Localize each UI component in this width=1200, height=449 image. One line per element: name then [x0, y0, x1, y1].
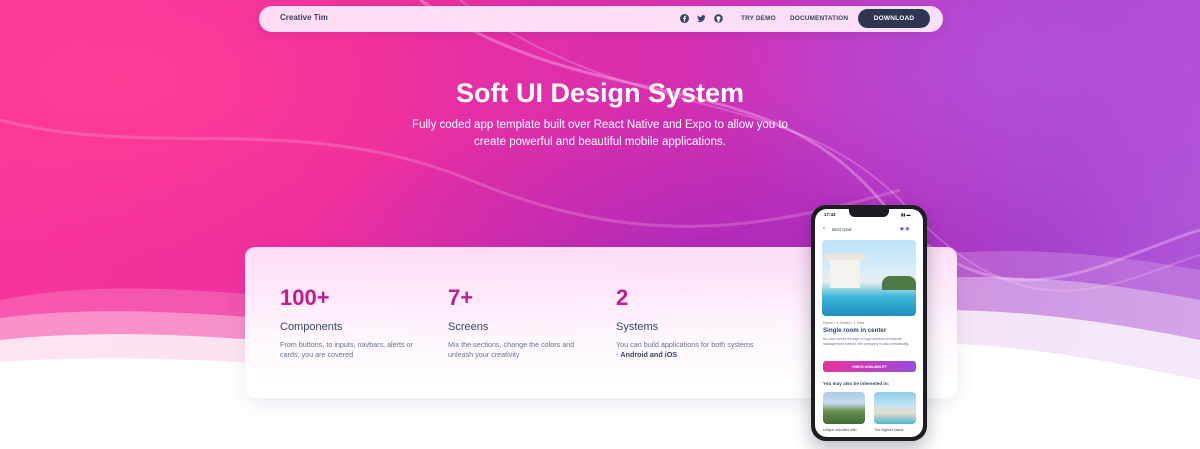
stat-description: Mix the sections, change the colors and …	[448, 340, 575, 359]
phone-header-title: Best Deal	[832, 227, 852, 232]
suggestion-label-2: The highest status	[874, 428, 904, 432]
page-subtitle: Fully coded app template built over Reac…	[412, 119, 788, 148]
brand-logo-text[interactable]: Creative Tim	[280, 13, 328, 22]
nav-link-documentation[interactable]: DOCUMENTATION	[790, 15, 848, 22]
room-meta: Room • 1 Guest • 1 Sofa	[823, 321, 865, 325]
top-navbar: Creative Tim TRY DEMO DOCUMENTATION DOWN…	[259, 6, 943, 32]
phone-header-icons: ◆ ◉	[900, 226, 910, 232]
page-title: Soft UI Design System	[455, 78, 745, 108]
stat-value: 7+	[448, 285, 474, 310]
room-photo-trees	[882, 276, 916, 290]
stat-label: Components	[280, 321, 343, 333]
stat-label: Systems	[616, 321, 659, 333]
facebook-icon[interactable]	[679, 13, 690, 24]
download-button[interactable]: DOWNLOAD	[858, 9, 930, 28]
suggestion-thumbnail-2	[874, 392, 916, 424]
room-title: Single room in center	[823, 327, 887, 334]
phone-status-time: 17:43	[824, 212, 836, 217]
phone-mockup: 17:43 ▮▮ ▬ ‹ Best Deal ◆ ◉ Room • 1 Gues…	[811, 205, 927, 441]
stat-value: 100+	[280, 285, 330, 310]
stat-screens: 7+ Screens Mix the sections, change the …	[448, 285, 588, 360]
stat-components: 100+ Components From buttons, to inputs,…	[280, 285, 420, 360]
phone-screen: 17:43 ▮▮ ▬ ‹ Best Deal ◆ ◉ Room • 1 Gues…	[815, 209, 923, 437]
also-interested-heading: You may also be interested in:	[823, 381, 890, 386]
room-photo	[822, 240, 916, 316]
phone-notch	[849, 209, 889, 217]
twitter-icon[interactable]	[696, 13, 707, 24]
nav-link-try-demo[interactable]: TRY DEMO	[741, 15, 776, 22]
github-icon[interactable]	[713, 13, 724, 24]
room-photo-building	[830, 260, 860, 288]
stat-description: You can build applications for both syst…	[616, 340, 756, 360]
back-arrow-icon: ‹	[823, 226, 825, 232]
stat-description-bold: Android and iOS	[620, 350, 678, 359]
phone-status-icons: ▮▮ ▬	[901, 212, 911, 217]
room-description: As Uber works through a huge amount of i…	[823, 337, 910, 346]
stat-systems: 2 Systems You can build applications for…	[616, 285, 756, 360]
suggestion-label-1: Unique activities with	[823, 428, 857, 432]
stat-label: Screens	[448, 321, 489, 333]
suggestion-thumbnail-1	[823, 392, 865, 424]
stat-description: From buttons, to inputs, navbars, alerts…	[280, 340, 414, 359]
check-availability-button: CHECK AVAILABILITY	[823, 361, 916, 372]
stat-value: 2	[616, 285, 629, 310]
